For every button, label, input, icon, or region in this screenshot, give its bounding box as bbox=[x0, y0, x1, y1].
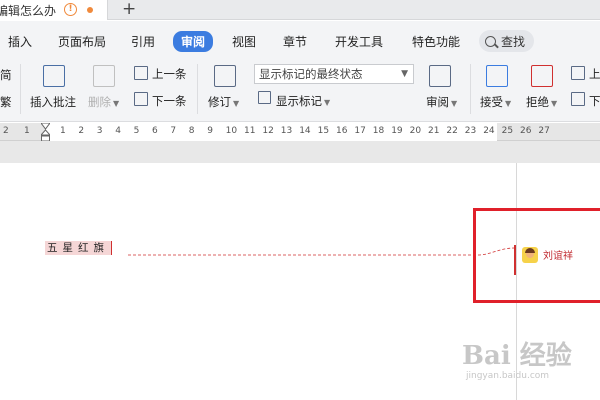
ruler-label: 4 bbox=[115, 126, 121, 136]
ruler-label: 1 bbox=[60, 126, 66, 136]
ruler-label: 20 bbox=[409, 126, 422, 136]
ruler-label: 18 bbox=[372, 126, 385, 136]
tab-special-features[interactable]: 特色功能 bbox=[412, 33, 460, 50]
previous-change-icon bbox=[571, 66, 585, 80]
ruler-label: 8 bbox=[188, 126, 195, 136]
tab-view[interactable]: 视图 bbox=[232, 33, 256, 50]
watermark-logo: Bai 经验 bbox=[462, 341, 572, 371]
tab-developer[interactable]: 开发工具 bbox=[335, 33, 383, 50]
document-page[interactable] bbox=[0, 163, 516, 400]
delete-comment-icon bbox=[93, 65, 115, 87]
review-pane-icon[interactable] bbox=[429, 65, 451, 87]
chevron-down-icon: ▼ bbox=[401, 69, 408, 79]
ruler-label: 24 bbox=[483, 126, 495, 136]
ruler-label: 3 bbox=[96, 126, 103, 136]
previous-comment-icon bbox=[134, 66, 148, 80]
track-changes-button[interactable]: 修订 ▼ bbox=[208, 94, 239, 110]
delete-label: 删除 bbox=[88, 95, 111, 109]
ruler-label: 1 bbox=[24, 126, 30, 136]
ruler-label: 23 bbox=[464, 126, 477, 136]
chevron-down-icon: ▼ bbox=[324, 98, 331, 107]
ruler-label: 5 bbox=[133, 126, 140, 136]
watermark: Bai 经验 jingyan.baidu.com bbox=[462, 335, 592, 385]
chevron-down-icon: ▼ bbox=[551, 99, 558, 108]
accept-label: 接受 bbox=[480, 95, 503, 109]
ruler-label: 6 bbox=[152, 126, 158, 136]
show-markup-button[interactable]: 显示标记 ▼ bbox=[276, 93, 330, 109]
ruler-label: 7 bbox=[170, 126, 177, 136]
reject-icon[interactable] bbox=[531, 65, 553, 87]
ruler-label: 21 bbox=[428, 126, 440, 136]
review-pane-label: 审阅 bbox=[426, 95, 449, 109]
show-markup-label: 显示标记 bbox=[276, 94, 322, 108]
alert-circle-icon[interactable]: ! bbox=[64, 3, 77, 16]
traditional-button[interactable]: 繁 bbox=[0, 94, 12, 110]
divider bbox=[470, 64, 471, 114]
divider bbox=[197, 64, 198, 114]
ruler-label: 22 bbox=[446, 126, 458, 136]
chevron-down-icon: ▼ bbox=[451, 99, 458, 108]
chevron-down-icon: ▼ bbox=[233, 99, 240, 108]
ruler-label: 25 bbox=[501, 126, 514, 136]
ribbon-tabs: 插入 页面布局 引用 审阅 视图 章节 开发工具 特色功能 查找 bbox=[0, 21, 600, 58]
accept-icon[interactable] bbox=[486, 65, 508, 87]
track-changes-label: 修订 bbox=[208, 95, 231, 109]
tab-insert[interactable]: 插入 bbox=[8, 33, 32, 50]
highlight-frame bbox=[473, 208, 600, 303]
ruler-label: 17 bbox=[354, 126, 366, 136]
search-button[interactable]: 查找 bbox=[479, 30, 534, 52]
track-changes-icon[interactable] bbox=[214, 65, 236, 87]
marked-text[interactable]: 五星红旗 bbox=[45, 241, 112, 255]
document-tab-title: 编辑怎么办 bbox=[0, 3, 56, 18]
tab-page-layout[interactable]: 页面布局 bbox=[58, 33, 106, 50]
accept-button[interactable]: 接受 ▼ bbox=[480, 94, 511, 110]
ruler-label: 2 bbox=[78, 126, 85, 136]
next-comment-icon bbox=[134, 92, 148, 106]
ruler-label: 15 bbox=[317, 126, 330, 136]
review-toolbar: 简 繁 插入批注 删除 ▼ 上一条 下一条 修订 ▼ 显示标记的最终状态 ▼ 显示标… bbox=[0, 58, 600, 122]
tab-review[interactable]: 审阅 bbox=[173, 31, 214, 52]
reject-label: 拒绝 bbox=[526, 95, 549, 109]
unsaved-dot-icon bbox=[87, 7, 93, 13]
ruler-label: 19 bbox=[391, 126, 403, 136]
simplified-button[interactable]: 简 bbox=[0, 67, 12, 83]
reject-button[interactable]: 拒绝 ▼ bbox=[526, 94, 557, 110]
ruler-label: 9 bbox=[207, 126, 213, 136]
tab-strip: 编辑怎么办 ! + bbox=[0, 0, 600, 20]
ruler-label: 12 bbox=[262, 126, 274, 136]
markup-display-value: 显示标记的最终状态 bbox=[259, 67, 363, 81]
ruler-label: 13 bbox=[280, 126, 293, 136]
tab-section[interactable]: 章节 bbox=[283, 33, 307, 50]
indent-marker-icon[interactable] bbox=[41, 123, 50, 143]
chevron-down-icon: ▼ bbox=[113, 99, 120, 108]
next-change-button[interactable]: 下 bbox=[589, 93, 600, 109]
previous-comment-button[interactable]: 上一条 bbox=[152, 66, 187, 82]
horizontal-ruler[interactable]: 2 1 1 2 3 4 5 6 7 8 9 10 11 12 13 14 15 16 17 18 19 20 21 22 2… bbox=[0, 123, 600, 143]
ruler-label: 14 bbox=[299, 126, 311, 136]
chevron-down-icon: ▼ bbox=[505, 99, 512, 108]
next-change-icon bbox=[571, 92, 585, 106]
ruler-label: 10 bbox=[225, 126, 238, 136]
show-markup-icon bbox=[258, 91, 271, 104]
insert-comment-button[interactable]: 插入批注 bbox=[30, 94, 76, 110]
markup-display-select[interactable]: 显示标记的最终状态 ▼ bbox=[254, 64, 414, 84]
watermark-url: jingyan.baidu.com bbox=[466, 371, 550, 381]
ruler-label: 26 bbox=[520, 126, 532, 136]
next-comment-button[interactable]: 下一条 bbox=[152, 93, 187, 109]
ruler-label: 27 bbox=[538, 126, 550, 136]
previous-change-button[interactable]: 上 bbox=[589, 66, 600, 82]
ruler-label: 2 bbox=[3, 126, 9, 136]
ruler-label: 11 bbox=[244, 126, 256, 136]
insert-comment-icon[interactable] bbox=[43, 65, 65, 87]
divider bbox=[20, 64, 21, 114]
new-tab-plus-icon[interactable]: + bbox=[122, 0, 136, 18]
page-gap bbox=[0, 141, 600, 163]
tab-references[interactable]: 引用 bbox=[131, 33, 155, 50]
ruler-label: 16 bbox=[336, 126, 348, 136]
review-pane-button[interactable]: 审阅 ▼ bbox=[426, 94, 457, 110]
search-label: 查找 bbox=[501, 34, 526, 49]
delete-button: 删除 ▼ bbox=[88, 94, 119, 110]
search-icon bbox=[485, 35, 496, 47]
